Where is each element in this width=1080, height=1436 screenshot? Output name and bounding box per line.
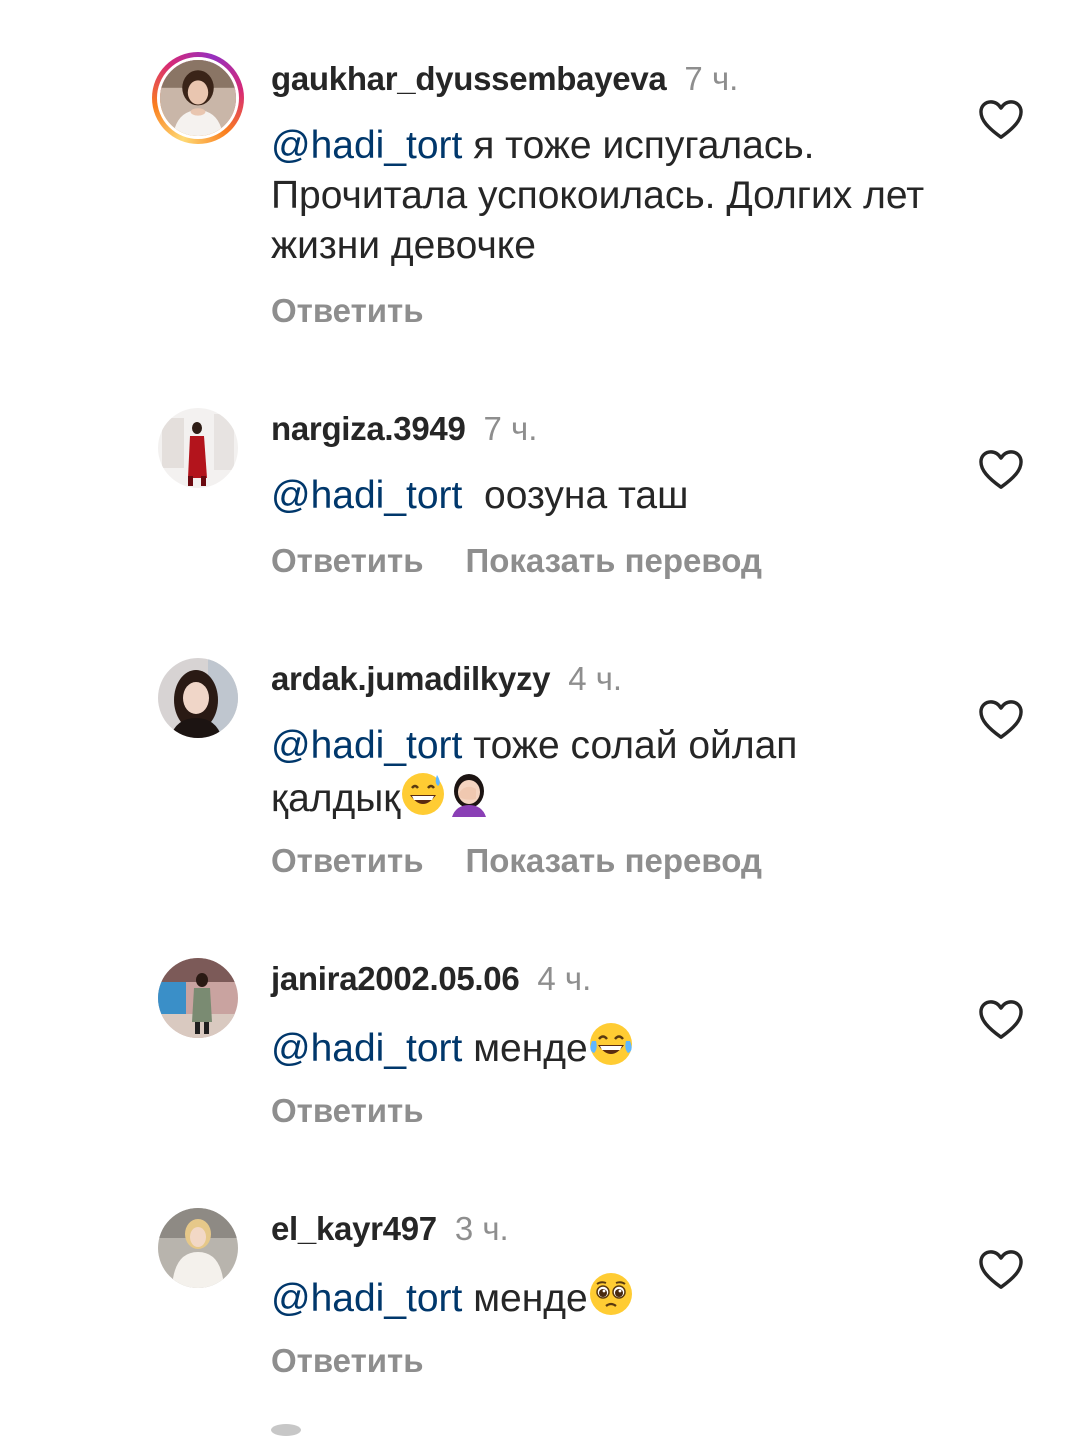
heart-icon[interactable] [978,999,1024,1041]
pleading-face-emoji [589,1273,632,1315]
mention-link[interactable]: @hadi_tort [271,1277,462,1320]
timestamp: 4 ч. [537,960,592,997]
comment-actions: Ответить [271,291,424,331]
reply-button[interactable]: Ответить [271,542,424,579]
comment-actions: Ответить [271,1341,424,1381]
timestamp: 7 ч. [483,410,538,447]
comment-body: менде [462,1277,588,1320]
timestamp: 4 ч. [568,660,623,697]
comment-text: @hadi_tort я тоже испугалась. Прочитала … [271,121,931,271]
avatar-wrap[interactable] [158,658,238,738]
avatar-story-ring[interactable] [152,52,244,144]
username[interactable]: el_kayr497 [271,1210,437,1247]
comment-meta: gaukhar_dyussembayeva 7 ч. [271,59,738,99]
comment-actions: Ответить [271,1091,424,1131]
mention-link[interactable]: @hadi_tort [271,724,462,767]
reply-button[interactable]: Ответить [271,292,424,329]
comment-body: менде [462,1027,588,1070]
reply-button[interactable]: Ответить [271,1342,424,1379]
comment-meta: janira2002.05.06 4 ч. [271,959,591,999]
comment-meta: nargiza.3949 7 ч. [271,409,537,449]
show-translation-button[interactable]: Показать перевод [466,542,762,579]
comment-text: @hadi_tort оозуна таш [271,471,931,521]
comment-actions: Ответить Показать перевод [271,841,762,881]
username[interactable]: janira2002.05.06 [271,960,520,997]
avatar-wrap[interactable] [158,408,238,488]
comment-meta: el_kayr497 3 ч. [271,1209,509,1249]
mention-link[interactable]: @hadi_tort [271,474,462,517]
avatar [158,1208,238,1288]
next-comment-partial [271,1424,301,1436]
show-translation-button[interactable]: Показать перевод [466,842,762,879]
avatar-wrap[interactable] [158,958,238,1038]
comment-text: @hadi_tort менде [271,1271,931,1324]
heart-icon[interactable] [978,99,1024,141]
username[interactable]: nargiza.3949 [271,410,466,447]
reply-button[interactable]: Ответить [271,842,424,879]
comment-body: оозуна таш [462,474,689,517]
woman-facepalming-emoji [452,774,487,817]
avatar [158,658,238,738]
username[interactable]: gaukhar_dyussembayeva [271,60,667,97]
avatar-wrap[interactable] [158,1208,238,1288]
mention-link[interactable]: @hadi_tort [271,124,462,167]
comment-actions: Ответить Показать перевод [271,541,762,581]
comment-meta: ardak.jumadilkyzy 4 ч. [271,659,622,699]
avatar [158,408,238,488]
timestamp: 3 ч. [454,1210,509,1247]
heart-icon[interactable] [978,1249,1024,1291]
username[interactable]: ardak.jumadilkyzy [271,660,551,697]
mention-link[interactable]: @hadi_tort [271,1027,462,1070]
avatar [158,958,238,1038]
heart-icon[interactable] [978,699,1024,741]
grinning-sweat-emoji [402,773,445,815]
timestamp: 7 ч. [684,60,739,97]
heart-icon[interactable] [978,449,1024,491]
comment-text: @hadi_tort тоже солай ойлап қалдық [271,721,931,824]
reply-button[interactable]: Ответить [271,1092,424,1129]
avatar [157,57,239,139]
comment-text: @hadi_tort менде [271,1021,931,1074]
tears-of-joy-emoji [589,1023,632,1065]
